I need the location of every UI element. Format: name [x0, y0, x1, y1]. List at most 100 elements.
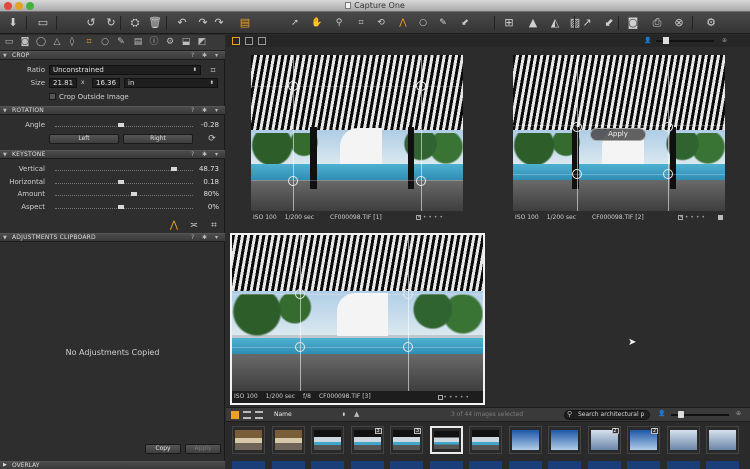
- expand-triangle-icon[interactable]: ▶: [3, 462, 7, 469]
- rating-stars[interactable]: •••••: [679, 212, 707, 223]
- collapse-triangle-icon[interactable]: ▼: [3, 52, 7, 60]
- rotate-left-button[interactable]: Left: [49, 134, 119, 144]
- stack-icon[interactable]: ▤: [238, 16, 252, 30]
- filmstrip-thumbnail[interactable]: 3: [390, 426, 423, 454]
- unit-select[interactable]: in ⬍: [124, 78, 218, 88]
- keystone-handle[interactable]: [415, 176, 426, 187]
- focus-icon[interactable]: ○: [100, 37, 110, 48]
- select-box-icon[interactable]: [438, 395, 443, 400]
- process-icon[interactable]: ⛭: [128, 16, 142, 30]
- keystone-handle[interactable]: [662, 121, 673, 132]
- filmstrip-thumbnail[interactable]: [311, 426, 344, 454]
- cursor-icon[interactable]: ➚: [288, 16, 302, 30]
- filmstrip[interactable]: 3 3 2 2: [226, 423, 750, 469]
- keystone-slider-knob[interactable]: [131, 192, 138, 196]
- stack-count-badge[interactable]: 3: [414, 428, 421, 434]
- output-icon[interactable]: ⬓: [181, 37, 191, 48]
- single-view-icon[interactable]: [245, 37, 253, 45]
- delete-icon[interactable]: 🗑: [148, 16, 162, 30]
- rotate-left-icon[interactable]: ↺: [84, 16, 98, 30]
- keystone-handle[interactable]: [294, 289, 305, 300]
- keystone-value[interactable]: 80%: [197, 190, 219, 199]
- warning-icon[interactable]: ▲: [526, 16, 540, 30]
- filmstrip-thumbnail-next-row[interactable]: [232, 461, 265, 469]
- viewer-zoom-knob[interactable]: [663, 37, 669, 44]
- angle-slider-knob[interactable]: [118, 123, 124, 127]
- stack-count-badge[interactable]: 3: [374, 428, 382, 434]
- keystone-horizontal-icon[interactable]: ≍: [187, 219, 201, 233]
- keystone-handle[interactable]: [415, 81, 426, 92]
- sort-direction-icon[interactable]: ▲: [354, 410, 359, 418]
- list-view-icon[interactable]: [243, 411, 251, 419]
- filmstrip-thumbnail[interactable]: 3: [350, 426, 384, 454]
- image-viewer[interactable]: 👤 ⊕ ISO 100 1/200 sec CF000098.TIF [1] •••…: [226, 35, 750, 407]
- crop-icon[interactable]: ⌗: [354, 16, 368, 30]
- filmstrip-thumbnail[interactable]: [548, 426, 581, 454]
- camera-icon[interactable]: ◙: [20, 37, 30, 48]
- collapse-triangle-icon[interactable]: ▼: [3, 234, 7, 242]
- copy-button[interactable]: Copy: [145, 444, 181, 454]
- redo-icon[interactable]: ↷: [196, 16, 210, 30]
- angle-slider[interactable]: [55, 126, 193, 127]
- clipboard-section-header[interactable]: ▼ ADJUSTMENTS CLIPBOARD ? ✱ ▾: [0, 233, 225, 242]
- pick-icon[interactable]: ⬋: [602, 16, 616, 30]
- keystone-slider[interactable]: [55, 207, 193, 209]
- section-controls-icon[interactable]: ? ✱ ▾: [191, 234, 221, 242]
- filmstrip-thumbnail-next-row[interactable]: [587, 461, 621, 469]
- rotate-right-icon[interactable]: ↻: [104, 16, 118, 30]
- keystone-slider-knob[interactable]: [118, 204, 124, 209]
- crop-outside-checkbox[interactable]: [49, 93, 56, 100]
- camera-icon[interactable]: ◙: [626, 16, 640, 30]
- filmstrip-thumbnail[interactable]: [469, 426, 502, 454]
- grid-view-icon[interactable]: [231, 411, 239, 419]
- flip-icon[interactable]: ◭: [548, 16, 562, 30]
- zoom-icon[interactable]: ⚲: [332, 16, 346, 30]
- rotate-right-button[interactable]: Right: [123, 134, 193, 144]
- keystone-handle[interactable]: [402, 342, 413, 353]
- photo-tile-1[interactable]: ISO 100 1/200 sec CF000098.TIF [1] •••••: [251, 55, 463, 223]
- color-icon[interactable]: ◯: [36, 37, 46, 48]
- search-input[interactable]: Search architectural p: [564, 410, 650, 420]
- collapse-triangle-icon[interactable]: ▼: [3, 151, 7, 159]
- section-controls-icon[interactable]: ? ✱ ▾: [191, 52, 221, 60]
- grid-icon[interactable]: ⊞: [502, 16, 516, 30]
- keystone-slider[interactable]: [55, 195, 193, 196]
- filmstrip-thumbnail[interactable]: [429, 426, 463, 454]
- filmstrip-thumbnail-next-row[interactable]: [548, 461, 581, 469]
- crop-tab-icon[interactable]: ⌗: [84, 37, 94, 48]
- lens-icon[interactable]: ◊: [67, 37, 77, 48]
- keystone-value[interactable]: 48.73: [197, 165, 219, 174]
- batch-icon[interactable]: ◩: [197, 37, 207, 48]
- folder-icon[interactable]: ▭: [4, 37, 14, 48]
- filmstrip-thumbnail-next-row[interactable]: [311, 461, 344, 469]
- import-icon[interactable]: ⬇: [6, 16, 20, 30]
- keystone-slider[interactable]: [55, 182, 193, 184]
- filmstrip-thumbnail-next-row[interactable]: [666, 461, 700, 469]
- straighten-icon[interactable]: ⟳: [205, 132, 219, 146]
- circle-icon[interactable]: ○: [416, 16, 430, 30]
- keystone-icon[interactable]: ⋀: [396, 16, 410, 30]
- keystone-grid-icon[interactable]: ⌗: [207, 219, 221, 233]
- collapse-triangle-icon[interactable]: ▼: [3, 107, 7, 115]
- filmstrip-thumbnail[interactable]: [706, 426, 739, 454]
- export-icon[interactable]: ↗: [580, 16, 594, 30]
- rating-stars[interactable]: •••••: [443, 392, 471, 403]
- thumbnail-size-knob[interactable]: [678, 411, 684, 418]
- keystone-handle[interactable]: [402, 289, 413, 300]
- keystone-section-header[interactable]: ▼ KEYSTONE ? ✱ ▾: [0, 150, 225, 159]
- picker-icon[interactable]: ✎: [436, 16, 450, 30]
- undo-icon[interactable]: ↶: [175, 16, 189, 30]
- filmstrip-thumbnail[interactable]: [508, 426, 542, 454]
- overlay-section-header[interactable]: ▶ OVERLAY: [0, 461, 225, 469]
- photo-tile-3[interactable]: ISO 100 1/200 sec f/8 CF000098.TIF [3] ••••…: [230, 233, 485, 405]
- crop-width-field[interactable]: 21.81: [49, 78, 77, 88]
- zoom-in-icon[interactable]: ⊕: [722, 37, 727, 44]
- filmstrip-thumbnail-next-row[interactable]: [350, 461, 384, 469]
- photo-image-1[interactable]: [251, 55, 463, 211]
- filmstrip-thumbnail-next-row[interactable]: [706, 461, 739, 469]
- metadata-icon[interactable]: ▤: [133, 37, 143, 48]
- keystone-handle[interactable]: [571, 168, 582, 179]
- filmstrip-thumbnail[interactable]: 2: [627, 426, 660, 454]
- filmstrip-view-icon[interactable]: [255, 411, 263, 419]
- zoom-in-icon[interactable]: ⊕: [736, 410, 741, 417]
